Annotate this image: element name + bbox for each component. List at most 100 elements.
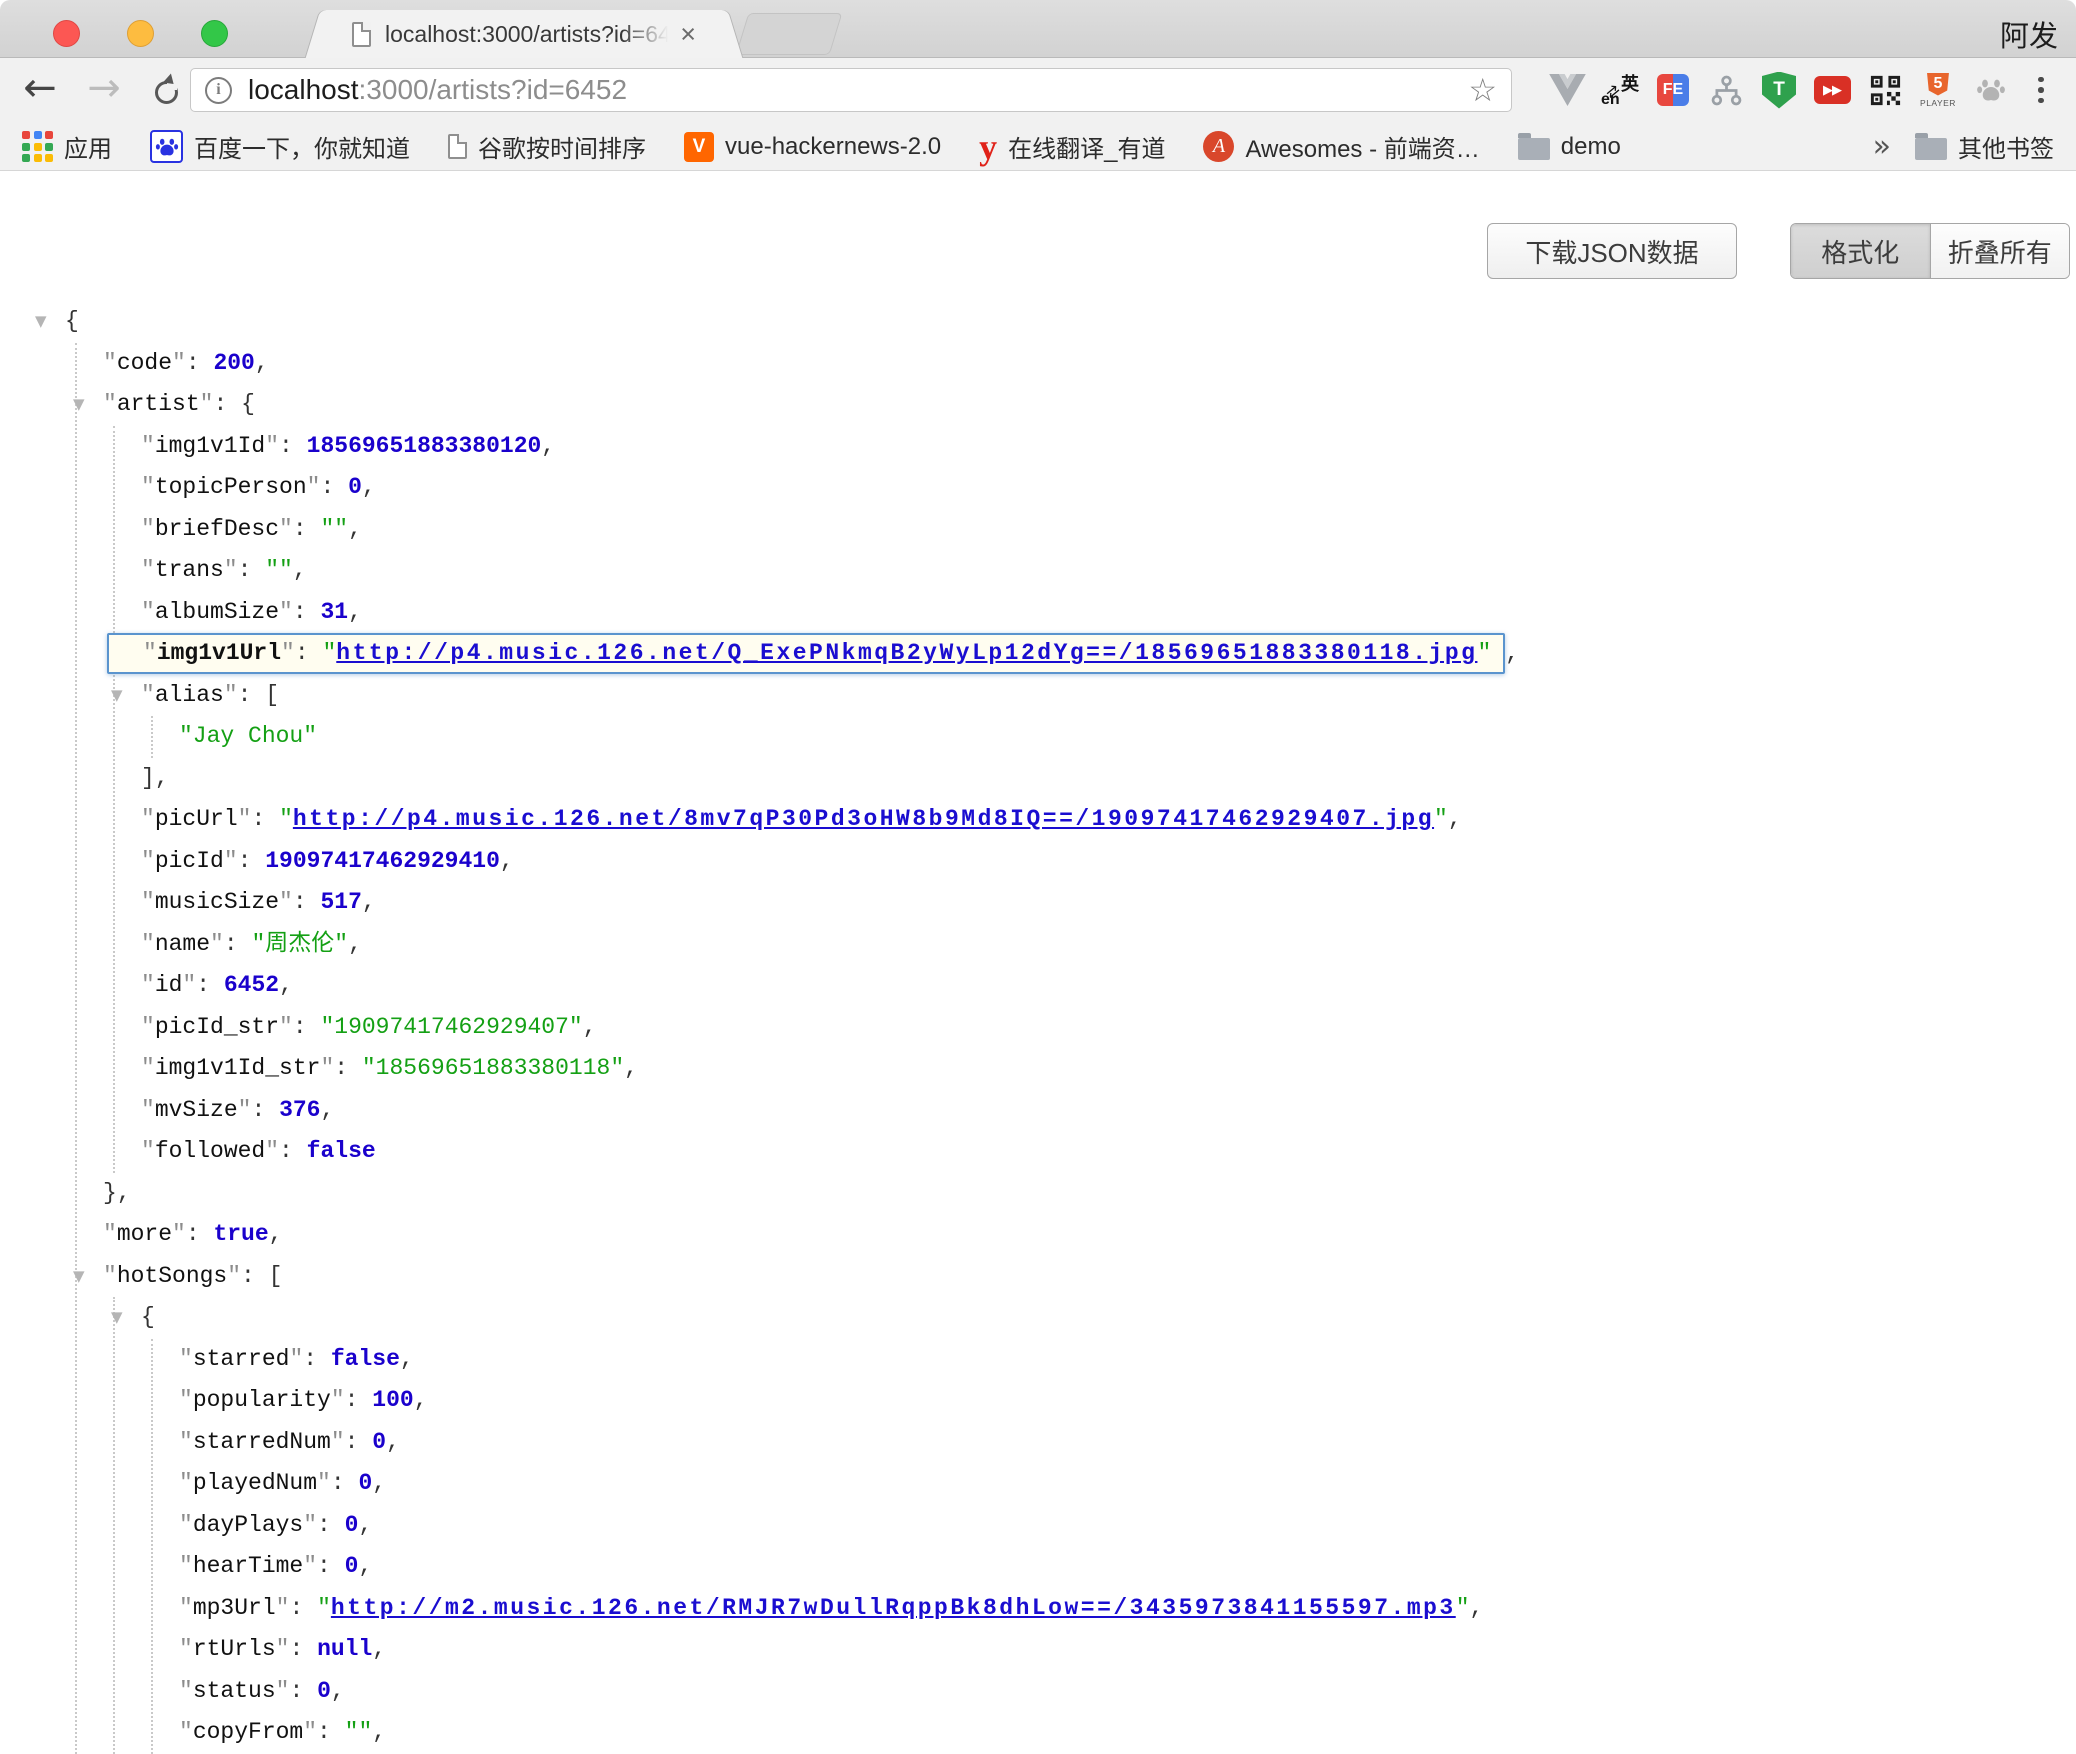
json-line-selected: "img1v1Url": "http://p4.music.126.net/Q_… xyxy=(0,633,2076,675)
json-url-link[interactable]: http://m2.music.126.net/RMJR7wDullRqppBk… xyxy=(331,1595,1456,1621)
json-line: "hearTime": 0, xyxy=(0,1546,2076,1588)
json-url-link[interactable]: http://p4.music.126.net/8mv7qP30Pd3oHW8b… xyxy=(293,806,1434,832)
bookmarks-overflow-chevron[interactable]: » xyxy=(1873,129,1891,164)
json-line: "status": 0, xyxy=(0,1671,2076,1713)
json-bracket: ] xyxy=(141,765,155,791)
json-key: name xyxy=(155,931,210,957)
json-value: null xyxy=(317,1636,372,1662)
json-line: "popularity": 100, xyxy=(0,1380,2076,1422)
json-key: picId_str xyxy=(155,1014,279,1040)
json-line: "briefDesc": "", xyxy=(0,509,2076,551)
bookmark-label: 百度一下，你就知道 xyxy=(194,129,410,164)
json-key: more xyxy=(117,1221,172,1247)
json-line: "id": 6452, xyxy=(0,965,2076,1007)
bookmark-items: 应用 百度一下，你就知道 谷歌按时间排序 Vvue-hackernews-2.0 y在线… xyxy=(22,129,1659,164)
json-key: playedNum xyxy=(193,1470,317,1496)
bookmarks-right-group: » 其他书签 xyxy=(1873,129,2054,164)
address-bar[interactable]: i localhost:3000/artists?id=6452 ☆ xyxy=(190,68,1512,112)
json-url-link[interactable]: http://p4.music.126.net/Q_ExePNkmqB2yWyL… xyxy=(336,640,1477,666)
json-line: "name": "周杰伦", xyxy=(0,924,2076,966)
json-line: "albumSize": 31, xyxy=(0,592,2076,634)
translate-icon[interactable]: 英⇄en xyxy=(1601,69,1639,111)
bookmark-label: 应用 xyxy=(64,129,112,164)
collapse-toggle-icon[interactable]: ▼ xyxy=(111,1297,123,1339)
zoom-window-button[interactable] xyxy=(201,20,228,47)
bookmark-star-icon[interactable]: ☆ xyxy=(1468,71,1497,109)
json-line: "picUrl": "http://p4.music.126.net/8mv7q… xyxy=(0,799,2076,841)
bookmark-item[interactable]: demo xyxy=(1518,133,1621,161)
json-value: 0 xyxy=(358,1470,372,1496)
json-line: "more": true, xyxy=(0,1214,2076,1256)
json-bracket: { xyxy=(65,308,79,334)
json-string: "周杰伦" xyxy=(251,931,348,957)
json-key: img1v1Id_str xyxy=(155,1055,321,1081)
json-value: 100 xyxy=(372,1387,413,1413)
bookmark-item[interactable]: y在线翻译_有道 xyxy=(979,129,1165,164)
selected-line-box: "img1v1Url": "http://p4.music.126.net/Q_… xyxy=(107,633,1505,674)
url-text[interactable]: localhost:3000/artists?id=6452 xyxy=(248,74,1458,106)
tab-close-icon[interactable]: × xyxy=(680,21,696,48)
sitemap-icon[interactable] xyxy=(1707,69,1745,111)
json-line: "Jay Chou" xyxy=(0,716,2076,758)
bookmark-item[interactable]: 百度一下，你就知道 xyxy=(150,129,410,164)
page-info-icon[interactable]: i xyxy=(205,77,232,104)
bookmark-label: demo xyxy=(1561,133,1621,161)
collapse-toggle-icon[interactable]: ▼ xyxy=(111,675,123,717)
other-bookmarks-folder[interactable]: 其他书签 xyxy=(1915,129,2054,164)
json-key: briefDesc xyxy=(155,516,279,542)
bookmark-label: Awesomes - 前端资… xyxy=(1245,129,1479,164)
awesomes-icon: A xyxy=(1203,131,1234,162)
qr-code-icon[interactable] xyxy=(1866,69,1904,111)
browser-menu-icon[interactable] xyxy=(2026,72,2056,108)
json-line: "code": 200, xyxy=(0,343,2076,385)
baidu-paw-icon xyxy=(150,130,183,163)
json-string: "" xyxy=(265,557,293,583)
profile-name[interactable]: 阿发 xyxy=(2000,13,2058,55)
reload-button[interactable] xyxy=(146,72,186,112)
json-tree: ▼{"code": 200,▼"artist": {"img1v1Id": 18… xyxy=(0,301,2076,1754)
apps-grid-icon xyxy=(22,131,53,162)
json-line: ▼{ xyxy=(0,1297,2076,1339)
json-line: "musicSize": 517, xyxy=(0,882,2076,924)
download-json-button[interactable]: 下载JSON数据 xyxy=(1487,223,1737,279)
bookmark-label: vue-hackernews-2.0 xyxy=(725,133,941,161)
json-value: 200 xyxy=(213,350,254,376)
tampermonkey-icon[interactable]: T xyxy=(1760,69,1798,111)
json-bracket: [ xyxy=(269,1263,283,1289)
collapse-toggle-icon[interactable]: ▼ xyxy=(73,1256,85,1298)
new-tab-button[interactable] xyxy=(736,13,843,55)
collapse-toggle-icon[interactable]: ▼ xyxy=(35,301,47,343)
json-line: }, xyxy=(0,1173,2076,1215)
json-key: img1v1Id xyxy=(155,433,265,459)
json-value: 18569651883380120 xyxy=(307,433,542,459)
json-value: 0 xyxy=(345,1553,359,1579)
paw-icon[interactable] xyxy=(1972,69,2010,111)
json-line: "img1v1Id": 18569651883380120, xyxy=(0,426,2076,468)
back-button[interactable]: ← xyxy=(16,64,64,112)
html5-player-icon[interactable]: 5PLAYER xyxy=(1919,69,1957,111)
json-value: 0 xyxy=(372,1429,386,1455)
fe-helper-icon[interactable]: FE xyxy=(1654,69,1692,111)
close-window-button[interactable] xyxy=(53,20,80,47)
collapse-toggle-icon[interactable]: ▼ xyxy=(73,384,85,426)
minimize-window-button[interactable] xyxy=(127,20,154,47)
video-speed-icon[interactable]: ▶▶ xyxy=(1813,69,1851,111)
bookmark-item[interactable]: 应用 xyxy=(22,129,112,164)
forward-button[interactable]: → xyxy=(80,64,128,112)
json-key: artist xyxy=(117,391,200,417)
browser-tab[interactable]: localhost:3000/artists?id=645 × xyxy=(328,10,720,58)
json-string: "19097417462929407" xyxy=(320,1014,582,1040)
collapse-all-button[interactable]: 折叠所有 xyxy=(1930,224,2070,278)
json-key: starredNum xyxy=(193,1429,331,1455)
toolbar: ← → i localhost:3000/artists?id=6452 ☆ 英… xyxy=(0,58,2076,123)
vue-devtools-icon[interactable] xyxy=(1548,69,1586,111)
bookmarks-bar: 应用 百度一下，你就知道 谷歌按时间排序 Vvue-hackernews-2.0 y在线… xyxy=(0,123,2076,171)
bookmark-item[interactable]: A Awesomes - 前端资… xyxy=(1203,129,1479,164)
json-line: ▼"hotSongs": [ xyxy=(0,1256,2076,1298)
json-key: trans xyxy=(155,557,224,583)
bookmark-item[interactable]: Vvue-hackernews-2.0 xyxy=(684,132,941,162)
json-bracket: [ xyxy=(265,682,279,708)
reload-icon xyxy=(155,81,178,104)
bookmark-item[interactable]: 谷歌按时间排序 xyxy=(448,129,646,164)
format-button[interactable]: 格式化 xyxy=(1791,224,1930,278)
